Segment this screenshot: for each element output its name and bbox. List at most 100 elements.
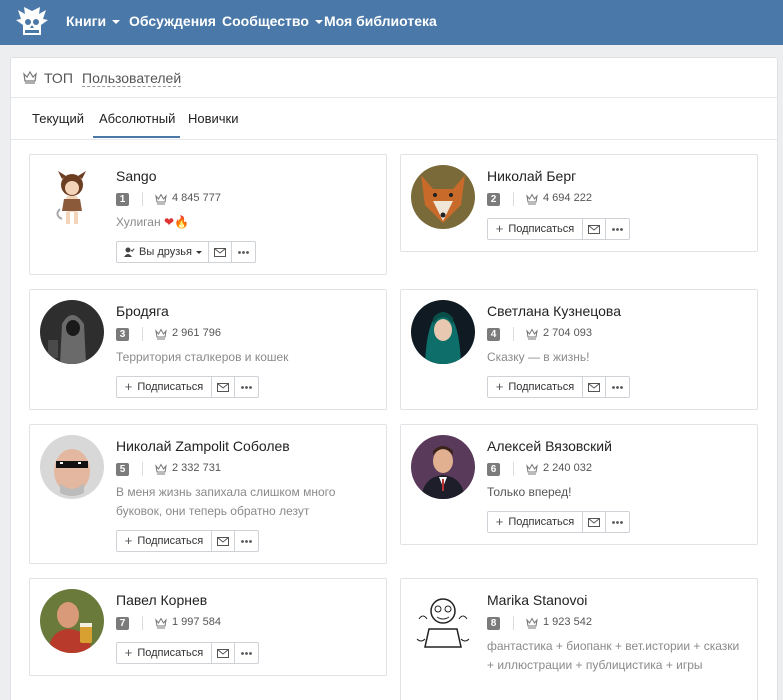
user-name[interactable]: Павел Корнев: [116, 592, 207, 608]
more-button[interactable]: [606, 512, 629, 532]
nav-community-label: Сообщество: [222, 13, 309, 29]
subscribe-button[interactable]: + Подписаться: [488, 219, 583, 239]
chevron-down-icon: [195, 250, 202, 254]
subscribe-button-label: Подписаться: [508, 516, 575, 528]
plus-icon: +: [124, 645, 133, 660]
avatar[interactable]: [411, 300, 475, 364]
subscribe-button[interactable]: + Подписаться: [117, 377, 212, 397]
avatar[interactable]: [40, 300, 104, 364]
user-score: 1 997 584: [172, 616, 221, 628]
divider: [142, 462, 143, 476]
ellipsis-icon: [241, 385, 252, 389]
avatar[interactable]: [40, 165, 104, 229]
divider: [513, 616, 514, 630]
ellipsis-icon: [612, 227, 623, 231]
envelope-icon: [588, 517, 600, 527]
nav-books-label: Книги: [66, 13, 107, 29]
more-button[interactable]: [235, 377, 258, 397]
message-button[interactable]: [212, 643, 235, 663]
user-card: Алексей Вязовский 6 2 240 032 Только впе…: [400, 424, 758, 545]
rank-badge: 6: [487, 463, 500, 476]
tab-current[interactable]: Текущий: [32, 111, 84, 126]
subscribe-button[interactable]: + Подписаться: [488, 512, 583, 532]
message-button[interactable]: [583, 377, 606, 397]
avatar[interactable]: [40, 435, 104, 499]
user-card: Sango 1 4 845 777 Хулиган ❤🔥 Вы друзья: [29, 154, 387, 275]
message-button[interactable]: [209, 242, 232, 262]
message-button[interactable]: [212, 531, 235, 551]
subscribe-button[interactable]: + Подписаться: [117, 643, 212, 663]
subscribe-button-label: Подписаться: [137, 535, 204, 547]
plus-icon: +: [495, 221, 504, 236]
plus-icon: +: [495, 514, 504, 529]
friends-button-label: Вы друзья: [139, 246, 192, 258]
user-card: Николай Zampolit Соболев 5 2 332 731 В м…: [29, 424, 387, 564]
tab-newbies[interactable]: Новички: [188, 111, 239, 126]
user-card: Светлана Кузнецова 4 2 704 093 Сказку — …: [400, 289, 758, 410]
rank-badge: 4: [487, 328, 500, 341]
user-actions: Вы друзья: [116, 241, 256, 263]
tab-absolute[interactable]: Абсолютный: [99, 111, 175, 126]
plus-icon: +: [124, 379, 133, 394]
user-actions: + Подписаться: [116, 530, 259, 552]
subscribe-button[interactable]: + Подписаться: [488, 377, 583, 397]
chevron-down-icon: [314, 20, 323, 25]
user-name[interactable]: Николай Берг: [487, 168, 576, 184]
more-button[interactable]: [606, 219, 629, 239]
user-name[interactable]: Бродяга: [116, 303, 169, 319]
user-status: Хулиган ❤🔥: [116, 213, 378, 232]
user-name[interactable]: Алексей Вязовский: [487, 438, 612, 454]
more-button[interactable]: [606, 377, 629, 397]
avatar[interactable]: [411, 589, 475, 653]
nav-community[interactable]: Сообщество: [222, 13, 323, 29]
message-button[interactable]: [583, 512, 606, 532]
subscribe-button-label: Подписаться: [508, 223, 575, 235]
envelope-icon: [217, 536, 229, 546]
ellipsis-icon: [238, 250, 249, 254]
avatar[interactable]: [40, 589, 104, 653]
more-button[interactable]: [235, 531, 258, 551]
user-name[interactable]: Sango: [116, 168, 156, 184]
user-status: Территория сталкеров и кошек: [116, 350, 289, 364]
message-button[interactable]: [212, 377, 235, 397]
user-card: Бродяга 3 2 961 796 Территория сталкеров…: [29, 289, 387, 410]
user-name[interactable]: Marika Stanovoi: [487, 592, 587, 608]
friends-button[interactable]: Вы друзья: [117, 242, 209, 262]
avatar[interactable]: [411, 165, 475, 229]
user-card: Павел Корнев 7 1 997 584 + Подписаться: [29, 578, 387, 676]
envelope-icon: [588, 382, 600, 392]
divider: [513, 462, 514, 476]
user-name[interactable]: Светлана Кузнецова: [487, 303, 621, 319]
users-dropdown-link[interactable]: Пользователей: [82, 70, 182, 87]
rank-badge: 7: [116, 617, 129, 630]
crown-icon: [526, 193, 538, 205]
user-status: Сказку — в жизнь!: [487, 350, 590, 364]
subscribe-button[interactable]: + Подписаться: [117, 531, 212, 551]
user-score: 4 845 777: [172, 192, 221, 204]
nav-my-library-label: Моя библиотека: [324, 13, 437, 29]
user-actions: + Подписаться: [116, 642, 259, 664]
user-status: фантастика + биопанк + вет.истории + ска…: [487, 639, 740, 672]
divider: [142, 616, 143, 630]
message-button[interactable]: [583, 219, 606, 239]
user-status-text: Хулиган: [116, 215, 161, 229]
divider: [513, 327, 514, 341]
user-card: Николай Берг 2 4 694 222 + Подписаться: [400, 154, 758, 252]
rank-badge: 1: [116, 193, 129, 206]
nav-discussions-label: Обсуждения: [129, 13, 216, 29]
nav-my-library[interactable]: Моя библиотека: [324, 13, 437, 29]
more-button[interactable]: [232, 242, 255, 262]
chevron-down-icon: [112, 20, 121, 25]
user-score: 4 694 222: [543, 192, 592, 204]
panel-title: ТОП: [44, 70, 73, 86]
nav-books[interactable]: Книги: [66, 13, 121, 29]
envelope-icon: [214, 247, 226, 257]
user-status: Только вперед!: [487, 485, 572, 499]
more-button[interactable]: [235, 643, 258, 663]
envelope-icon: [217, 648, 229, 658]
nav-discussions[interactable]: Обсуждения: [129, 13, 216, 29]
owl-logo-icon[interactable]: [14, 5, 50, 39]
avatar[interactable]: [411, 435, 475, 499]
heart-fire-emoji: ❤🔥: [163, 215, 189, 229]
user-name[interactable]: Николай Zampolit Соболев: [116, 438, 290, 454]
